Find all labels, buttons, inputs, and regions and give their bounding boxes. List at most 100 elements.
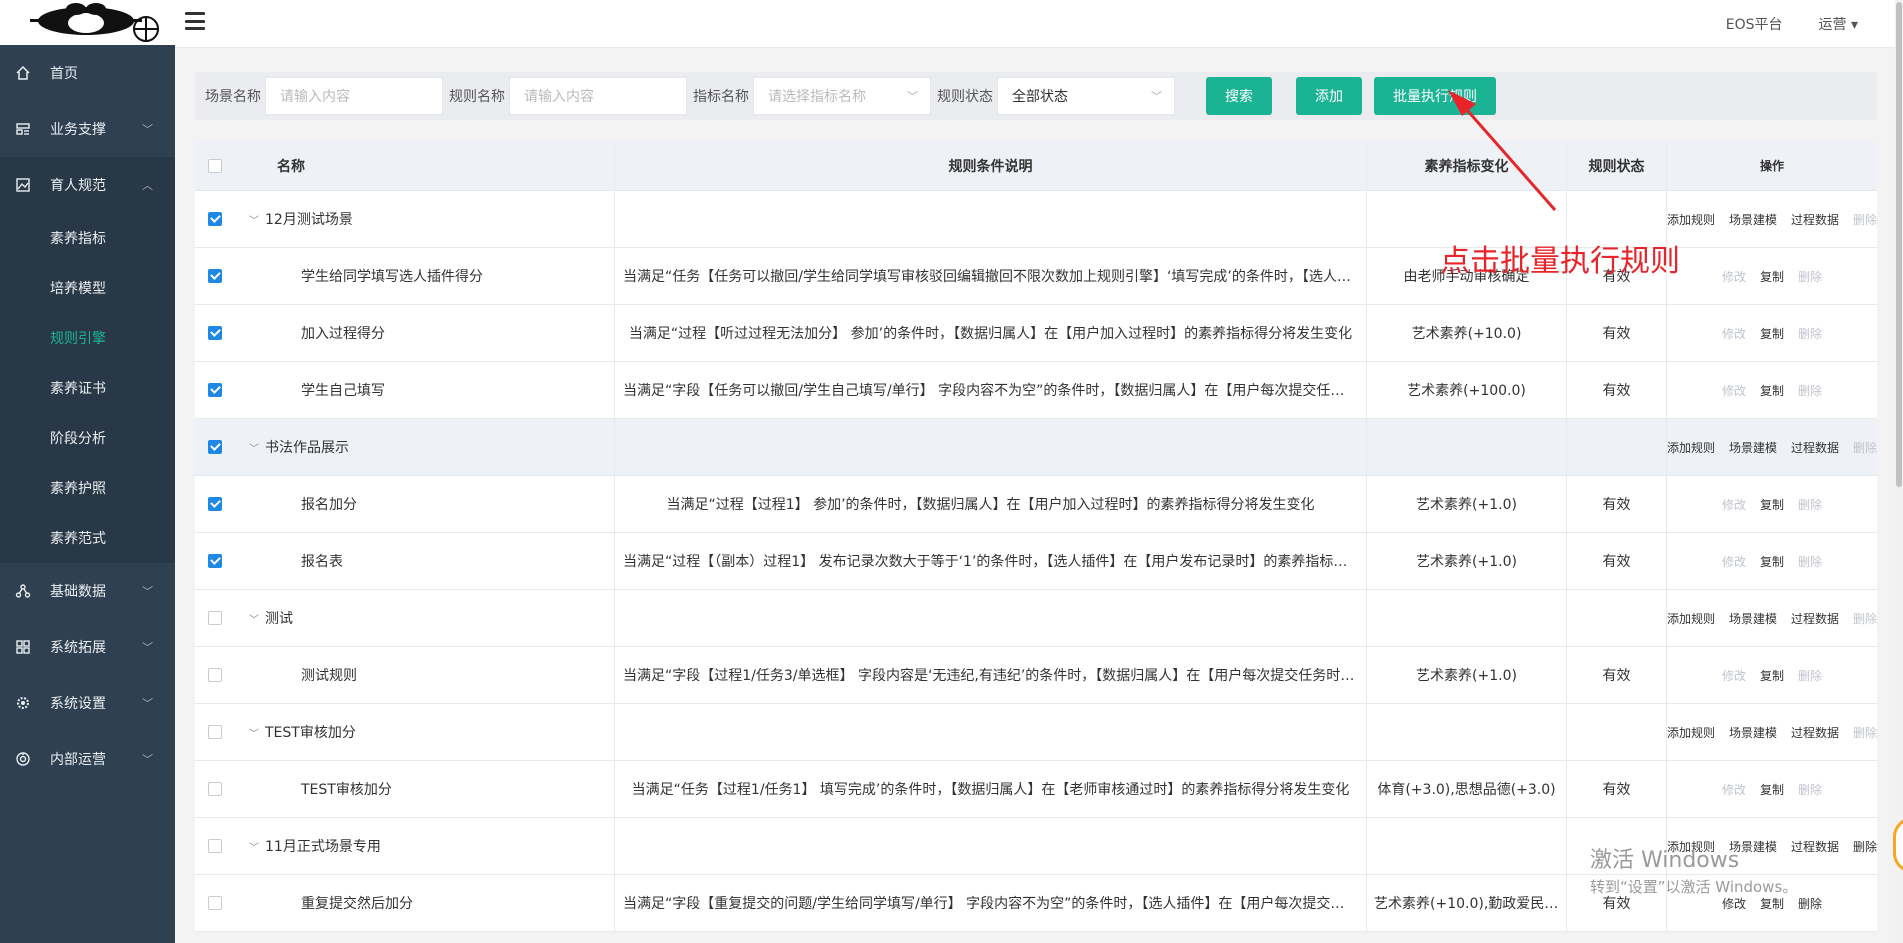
row-checkbox[interactable] <box>208 383 222 397</box>
rule-name: TEST审核加分 <box>301 782 392 798</box>
row-checkbox[interactable] <box>208 440 222 454</box>
top-right-menu: EOS平台 运营 ▾ <box>1726 0 1858 48</box>
row-checkbox[interactable] <box>208 212 222 226</box>
search-button[interactable]: 搜索 <box>1206 77 1272 115</box>
sidebar-subitem-paradigm[interactable]: 素养范式 <box>0 513 175 563</box>
rule-condition-desc: 当满足“任务【过程1/任务1】 填写完成’的条件时，【数据归属人】在【老师审核通… <box>631 782 1350 798</box>
filter-bar: 场景名称 请输入内容 规则名称 请输入内容 指标名称 请选择指标名称 ﹀ 规则状态… <box>195 72 1877 120</box>
select-all-checkbox[interactable] <box>208 158 222 173</box>
process-data-link[interactable]: 过程数据 <box>1791 610 1839 627</box>
process-data-link[interactable]: 过程数据 <box>1791 439 1839 456</box>
chevron-down-icon: ﹀ <box>142 753 153 766</box>
rule-status-select[interactable]: 全部状态 ﹀ <box>997 77 1175 115</box>
row-checkbox[interactable] <box>208 896 222 910</box>
copy-link[interactable]: 复制 <box>1760 553 1784 570</box>
process-data-link[interactable]: 过程数据 <box>1791 838 1839 855</box>
row-checkbox[interactable] <box>208 269 222 283</box>
rule-name: 学生给同学填写选人插件得分 <box>301 269 483 285</box>
sidebar-subitem-analysis[interactable]: 阶段分析 <box>0 413 175 463</box>
scene-name-input[interactable]: 请输入内容 <box>265 77 443 115</box>
copy-link[interactable]: 复制 <box>1760 325 1784 342</box>
copy-link[interactable]: 复制 <box>1760 781 1784 798</box>
delete-link[interactable]: 删除 <box>1853 838 1877 855</box>
row-checkbox[interactable] <box>208 725 222 739</box>
rule-status: 有效 <box>1602 326 1631 342</box>
row-checkbox[interactable] <box>208 497 222 511</box>
rule-status-label: 规则状态 <box>937 89 993 105</box>
scene-modeling-link[interactable]: 场景建模 <box>1729 439 1777 456</box>
chevron-down-icon: ﹀ <box>907 90 918 103</box>
sidebar-item-label: 基础数据 <box>50 584 106 600</box>
rule-name-input[interactable]: 请输入内容 <box>509 77 687 115</box>
chevron-down-icon: ﹀ <box>142 585 153 598</box>
delete-link: 删除 <box>1798 326 1823 341</box>
menu-toggle-icon[interactable] <box>185 12 205 30</box>
sidebar-subitem-rule-engine[interactable]: 规则引擎 <box>0 313 175 363</box>
row-checkbox[interactable] <box>208 839 222 853</box>
add-rule-link[interactable]: 添加规则 <box>1667 211 1715 228</box>
sidebar-item-business[interactable]: 业务支撑 ﹀ <box>0 101 175 157</box>
scene-name-label: 场景名称 <box>205 89 261 105</box>
delete-link: 删除 <box>1798 782 1823 797</box>
row-checkbox[interactable] <box>208 554 222 568</box>
user-menu[interactable]: 运营 ▾ <box>1819 14 1858 34</box>
indicator-change: 艺术素养(+1.0) <box>1416 554 1517 570</box>
settings-icon <box>14 694 32 712</box>
sidebar-item-education[interactable]: 育人规范 ︿ <box>0 157 175 213</box>
sidebar-subitem-passport[interactable]: 素养护照 <box>0 463 175 513</box>
copy-link[interactable]: 复制 <box>1760 382 1784 399</box>
logo-icon <box>30 2 159 42</box>
sidebar-item-extension[interactable]: 系统拓展 ﹀ <box>0 619 175 675</box>
copy-link[interactable]: 复制 <box>1760 895 1784 912</box>
table-row: ﹀ TEST审核加分 添加规则 场景建模 过程数据 删除 <box>195 704 1877 761</box>
table-row: 报名表 当满足“过程【（副本）过程1】 发布记录次数大于等于‘1’的条件时，【选人… <box>195 533 1877 590</box>
delete-link: 删除 <box>1853 611 1877 626</box>
indicator-change: 艺术素养(+1.0) <box>1416 668 1517 684</box>
indicator-change: 艺术素养(+100.0) <box>1407 383 1526 399</box>
sidebar-subitem-indicators[interactable]: 素养指标 <box>0 213 175 263</box>
sidebar-subitem-models[interactable]: 培养模型 <box>0 263 175 313</box>
scene-modeling-link[interactable]: 场景建模 <box>1729 211 1777 228</box>
expand-toggle-icon[interactable]: ﹀ <box>249 725 259 740</box>
header-desc: 规则条件说明 <box>615 141 1367 190</box>
sidebar-item-settings[interactable]: 系统设置 ﹀ <box>0 675 175 731</box>
rule-status: 有效 <box>1602 668 1631 684</box>
sidebar-item-home[interactable]: 首页 <box>0 45 175 101</box>
expand-toggle-icon[interactable]: ﹀ <box>249 212 259 227</box>
sidebar-item-basic-data[interactable]: 基础数据 ﹀ <box>0 563 175 619</box>
expand-toggle-icon[interactable]: ﹀ <box>249 611 259 626</box>
row-checkbox[interactable] <box>208 326 222 340</box>
chevron-up-icon: ︿ <box>142 179 153 192</box>
process-data-link[interactable]: 过程数据 <box>1791 211 1839 228</box>
add-rule-link[interactable]: 添加规则 <box>1667 439 1715 456</box>
rule-condition-desc: 当满足“过程【过程1】 参加’的条件时，【数据归属人】在【用户加入过程时】的素养… <box>666 497 1315 513</box>
image-icon <box>14 176 32 194</box>
platform-link[interactable]: EOS平台 <box>1726 14 1783 34</box>
page-scrollbar[interactable] <box>1895 0 1903 943</box>
grid-icon <box>14 638 32 656</box>
add-rule-link[interactable]: 添加规则 <box>1667 610 1715 627</box>
chevron-down-icon: ﹀ <box>142 697 153 710</box>
copy-link[interactable]: 复制 <box>1760 496 1784 513</box>
expand-toggle-icon[interactable]: ﹀ <box>249 440 259 455</box>
row-checkbox[interactable] <box>208 782 222 796</box>
index-name-select[interactable]: 请选择指标名称 ﹀ <box>753 77 931 115</box>
sidebar-item-operations[interactable]: 内部运营 ﹀ <box>0 731 175 787</box>
scene-modeling-link[interactable]: 场景建模 <box>1729 610 1777 627</box>
sidebar-subitem-certificates[interactable]: 素养证书 <box>0 363 175 413</box>
row-checkbox[interactable] <box>208 611 222 625</box>
sidebar-item-label: 首页 <box>50 66 78 82</box>
copy-link[interactable]: 复制 <box>1760 667 1784 684</box>
delete-link[interactable]: 删除 <box>1798 895 1822 912</box>
rule-condition-desc: 当满足“字段【重复提交的问题/学生给同学填写/单行】 字段内容不为空”的条件时，… <box>623 896 1358 912</box>
add-button[interactable]: 添加 <box>1296 77 1362 115</box>
edit-link[interactable]: 修改 <box>1722 895 1746 912</box>
add-rule-link[interactable]: 添加规则 <box>1667 724 1715 741</box>
process-data-link[interactable]: 过程数据 <box>1791 724 1839 741</box>
table-row: 测试规则 当满足“字段【过程1/任务3/单选框】 字段内容是‘无违纪,有违纪’的条… <box>195 647 1877 704</box>
expand-toggle-icon[interactable]: ﹀ <box>249 839 259 854</box>
copy-link[interactable]: 复制 <box>1760 268 1784 285</box>
row-checkbox[interactable] <box>208 668 222 682</box>
scene-modeling-link[interactable]: 场景建模 <box>1729 724 1777 741</box>
scene-name: 11月正式场景专用 <box>265 839 381 855</box>
